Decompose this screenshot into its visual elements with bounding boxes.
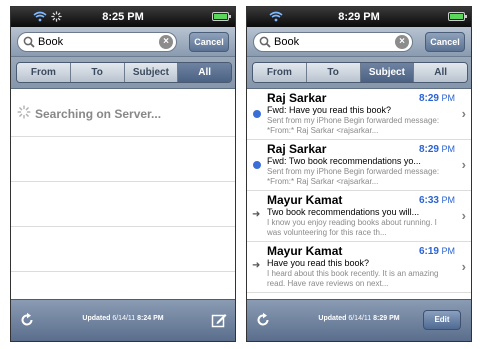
scope-to[interactable]: To <box>70 63 125 82</box>
searching-text: Searching on Server... <box>35 107 162 121</box>
forwarded-arrow-icon: ➜ <box>252 209 261 220</box>
search-query: Book <box>274 36 300 48</box>
status-bar: 8:25 PM <box>11 7 235 27</box>
bottom-toolbar: Updated 6/14/11 8:29 PM Edit <box>247 299 471 341</box>
battery-icon <box>212 12 231 21</box>
message-row[interactable]: Raj Sarkar 8:29 PM Fwd: Two book recomme… <box>247 140 471 191</box>
empty-row <box>11 137 235 182</box>
chevron-right-icon: › <box>461 259 466 274</box>
search-icon <box>259 36 271 48</box>
battery-icon <box>448 12 467 21</box>
chevron-right-icon: › <box>461 157 466 172</box>
message-row[interactable]: ➜ Mayur Kamat 6:33 PM Two book recommend… <box>247 191 471 242</box>
message-subject: Have you read this book? <box>267 258 370 268</box>
scope-subject[interactable]: Subject <box>360 63 415 82</box>
scope-to[interactable]: To <box>306 63 361 82</box>
chevron-right-icon: › <box>461 208 466 223</box>
updated-time: 8:29 PM <box>373 315 400 322</box>
search-input[interactable]: Book × <box>253 32 413 52</box>
message-time: 8:29 PM <box>418 93 455 104</box>
message-subject: Fwd: Have you read this book? <box>267 105 392 115</box>
search-bar: Book × Cancel <box>247 27 471 57</box>
message-preview: Sent from my iPhone Begin forwarded mess… <box>267 116 440 135</box>
updated-label: Updated <box>318 315 347 322</box>
message-sender: Mayur Kamat <box>267 193 343 207</box>
scope-all[interactable]: All <box>178 63 231 82</box>
loading-spinner-icon <box>17 105 31 119</box>
scope-segmented-control: From To Subject All <box>16 62 232 83</box>
message-subject: Two book recommendations you will... <box>267 207 420 217</box>
message-list: Raj Sarkar 8:29 PM Fwd: Have you read th… <box>247 89 471 301</box>
message-sender: Raj Sarkar <box>267 91 327 105</box>
updated-date: 6/14/11 <box>348 315 372 322</box>
forwarded-arrow-icon: ➜ <box>252 260 261 271</box>
status-time: 8:25 PM <box>102 11 144 23</box>
empty-row <box>11 182 235 227</box>
message-sender: Raj Sarkar <box>267 142 327 156</box>
edit-button[interactable]: Edit <box>423 310 461 330</box>
chevron-right-icon: › <box>461 106 466 121</box>
scope-from[interactable]: From <box>253 63 307 82</box>
message-preview: Sent from my iPhone Begin forwarded mess… <box>267 167 440 186</box>
message-row[interactable]: ➜ Mayur Kamat 6:19 PM Have you read this… <box>247 242 471 293</box>
scope-segmented-control: From To Subject All <box>252 62 468 83</box>
left-phone-screen: 8:25 PM Book × Cancel From To Subject Al… <box>10 6 236 342</box>
message-sender: Mayur Kamat <box>267 244 343 258</box>
message-time: 6:33 PM <box>418 195 455 206</box>
updated-date: 6/14/11 <box>112 315 136 322</box>
search-input[interactable]: Book × <box>17 32 177 52</box>
unread-dot-icon <box>253 161 261 169</box>
status-time: 8:29 PM <box>338 11 380 23</box>
updated-label: Updated <box>82 315 111 322</box>
message-subject: Fwd: Two book recommendations yo... <box>267 156 421 166</box>
cancel-button[interactable]: Cancel <box>425 32 465 52</box>
search-icon <box>23 36 35 48</box>
compose-icon[interactable] <box>211 312 227 328</box>
message-preview: I know you enjoy reading books about run… <box>267 218 437 237</box>
message-row[interactable]: Raj Sarkar 8:29 PM Fwd: Have you read th… <box>247 89 471 140</box>
updated-time: 8:24 PM <box>137 315 164 322</box>
searching-status-row: Searching on Server... <box>11 89 235 137</box>
results-list: Searching on Server... <box>11 89 235 301</box>
scope-all[interactable]: All <box>414 63 467 82</box>
search-query: Book <box>38 36 64 48</box>
bottom-toolbar: Updated 6/14/11 8:24 PM <box>11 299 235 341</box>
message-time: 6:19 PM <box>418 246 455 257</box>
scope-from[interactable]: From <box>17 63 71 82</box>
status-bar: 8:29 PM <box>247 7 471 27</box>
scope-subject[interactable]: Subject <box>124 63 179 82</box>
clear-search-icon[interactable]: × <box>395 35 409 49</box>
scope-bar: From To Subject All <box>247 57 471 89</box>
right-phone-screen: 8:29 PM Book × Cancel From To Subject Al… <box>246 6 472 342</box>
message-time: 8:29 PM <box>418 144 455 155</box>
clear-search-icon[interactable]: × <box>159 35 173 49</box>
empty-row <box>11 227 235 272</box>
cancel-button[interactable]: Cancel <box>189 32 229 52</box>
message-preview: I heard about this book recently. It is … <box>267 269 439 288</box>
updated-status: Updated 6/14/11 8:24 PM <box>11 315 235 322</box>
scope-bar: From To Subject All <box>11 57 235 89</box>
search-bar: Book × Cancel <box>11 27 235 57</box>
unread-dot-icon <box>253 110 261 118</box>
